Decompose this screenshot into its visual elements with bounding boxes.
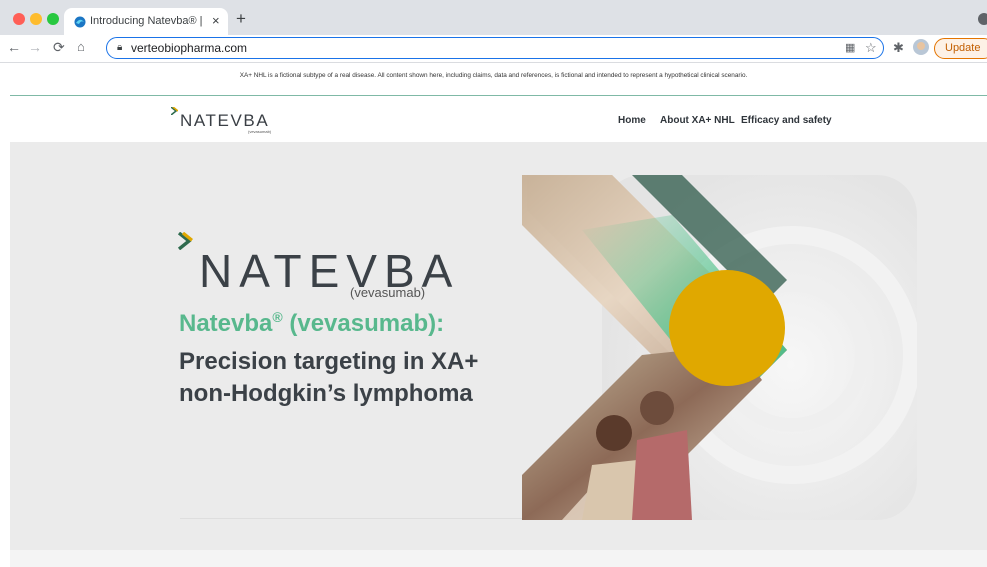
tab-title: Introducing Natevba® | wwwdev xyxy=(90,15,202,27)
hero-headline-line2: Precision targeting in XA+ xyxy=(179,348,479,375)
next-section xyxy=(10,550,987,567)
window-close-dot[interactable] xyxy=(13,13,25,25)
headline-registered-mark: ® xyxy=(272,309,283,325)
new-tab-icon[interactable]: + xyxy=(236,9,246,29)
hero-logo-chevron-icon xyxy=(178,232,193,250)
header-logo[interactable]: NATEVBA (vevasumab) xyxy=(170,107,280,137)
bookmark-star-icon[interactable]: ☆ xyxy=(865,40,877,56)
site-header: NATEVBA (vevasumab) Home About XA+ NHL E… xyxy=(10,96,987,142)
window-minimize-dot[interactable] xyxy=(30,13,42,25)
nav-efficacy-safety[interactable]: Efficacy and safety xyxy=(741,115,832,126)
yellow-circle xyxy=(669,270,785,386)
profile-avatar[interactable] xyxy=(913,39,929,55)
fictional-disclaimer: XA+ NHL is a fictional subtype of a real… xyxy=(239,72,748,79)
hero-artwork xyxy=(522,175,917,520)
address-bar-url[interactable]: verteobiopharma.com xyxy=(131,41,247,55)
home-icon[interactable]: ⌂ xyxy=(77,39,85,54)
logo-chevron-icon xyxy=(171,107,178,115)
hero-logo-subtext: (vevasumab) xyxy=(350,285,426,300)
browser-toolbar: ← → ⟳ ⌂ 🔒︎ verteobiopharma.com ▦ ☆ xyxy=(0,35,987,63)
hero-headline-line3: non-Hodgkin’s lymphoma xyxy=(179,380,473,407)
reload-icon[interactable]: ⟳ xyxy=(53,39,65,56)
people-figure xyxy=(596,415,632,451)
lock-icon[interactable]: 🔒︎ xyxy=(117,42,122,53)
update-button[interactable]: Update xyxy=(934,38,987,59)
nav-about-xa-nhl[interactable]: About XA+ NHL xyxy=(660,115,735,126)
edge-favicon-icon xyxy=(74,16,86,28)
extensions-puzzle-icon[interactable]: ✱ xyxy=(893,40,904,56)
browser-tab-strip: Introducing Natevba® | wwwdev × + xyxy=(0,0,987,35)
back-arrow-icon[interactable]: ← xyxy=(7,39,21,55)
headline-brand-name: Natevba xyxy=(179,310,273,337)
people-figure xyxy=(632,430,692,520)
address-bar[interactable]: 🔒︎ verteobiopharma.com ▦ ☆ xyxy=(106,37,884,59)
tab-close-icon[interactable]: × xyxy=(212,13,220,28)
headline-generic-name: (vevasumab): xyxy=(282,310,445,337)
header-logo-word: NATEVBA xyxy=(180,111,270,130)
qr-code-icon[interactable]: ▦ xyxy=(845,41,855,54)
tab-search-icon[interactable] xyxy=(978,13,987,25)
nav-home[interactable]: Home xyxy=(618,115,646,126)
window-zoom-dot[interactable] xyxy=(47,13,59,25)
header-logo-subtext: (vevasumab) xyxy=(248,129,272,134)
browser-tab-active[interactable]: Introducing Natevba® | wwwdev × xyxy=(64,8,228,35)
people-figure xyxy=(640,391,674,425)
forward-arrow-icon[interactable]: → xyxy=(28,39,42,55)
hero-headline-brand: Natevba® (vevasumab): xyxy=(179,309,444,338)
